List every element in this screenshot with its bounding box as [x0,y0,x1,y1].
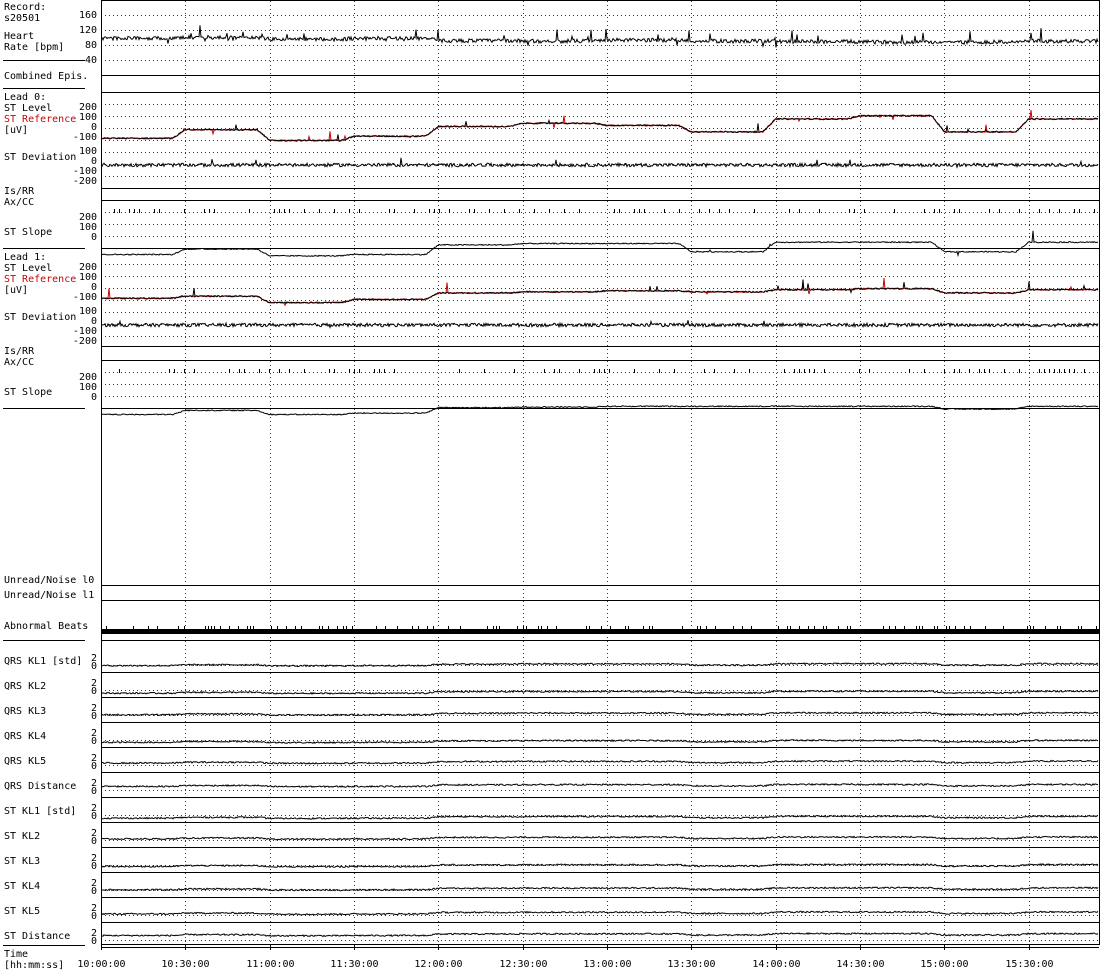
lead0-slope-tick: 0 [91,232,97,243]
lead0-unit: [uV] [4,125,28,136]
time-axis-unit: [hh:mm:ss] [4,960,64,970]
kl-trace [101,835,1099,841]
lead0-st-slope-label: ST Slope [4,227,52,238]
kl-tick-0: 0 [91,861,97,872]
time-tick-label: 15:00:00 [920,959,968,970]
lead1-is-rr-label: Is/RR [4,346,35,357]
lead0-ax-cc-label: Ax/CC [4,197,34,208]
lead1-st-reference-label: ST Reference [4,274,76,285]
kl-tick-0: 0 [91,736,97,747]
time-tick-label: 13:30:00 [667,959,715,970]
heart-rate-trace [101,25,1099,48]
heart-rate-tick: 160 [79,10,97,21]
unread-noise-l0-label: Unread/Noise l0 [4,575,94,586]
abnormal-beats-label: Abnormal Beats [4,621,88,632]
kl-strip-label: ST KL1 [std] [4,806,76,817]
kl-trace [101,759,1099,765]
plot-frame [101,0,1100,945]
time-tick-label: 12:00:00 [414,959,462,970]
st-analysis-chart: 10:00:00 10:30:00 11:00:00 11:30:00 12:00:00… [0,0,1100,971]
lead0-is-rr-label: Is/RR [4,186,35,197]
kl-tick-0: 0 [91,811,97,822]
lead0-st-slope-trace [101,230,1098,258]
kl-tick-0: 0 [91,661,97,672]
lead0-level-tick: -100 [73,132,97,143]
lead0-st-deviation-trace [101,157,1099,169]
heart-rate-label: Heart [4,31,34,42]
kl-trace [101,932,1099,938]
heart-rate-tick: 120 [79,25,97,36]
record-label: Record: [4,2,46,13]
heart-rate-unit: Rate [bpm] [4,42,64,53]
heart-rate-tick: 40 [85,55,97,66]
lead1-level-tick: -100 [73,292,97,303]
heart-rate-tick: 80 [85,40,97,51]
lead1-st-deviation-label: ST Deviation [4,312,76,323]
lead1-ax-cc-label: Ax/CC [4,357,34,368]
lead1-st-deviation-trace [101,319,1099,329]
unread-noise-l1-label: Unread/Noise l1 [4,590,94,601]
time-axis-label: Time [4,949,28,960]
time-tick-label: 14:00:00 [752,959,800,970]
lead0-title: Lead 0: [4,92,46,103]
kl-strip-label: ST KL3 [4,856,40,867]
kl-tick-0: 0 [91,886,97,897]
kl-strip-label: ST KL4 [4,881,40,892]
lead1-slope-tick: 0 [91,392,97,403]
time-tick-label: 10:30:00 [161,959,209,970]
kl-tick-0: 0 [91,836,97,847]
time-tick-label: 11:30:00 [330,959,378,970]
kl-tick-0: 0 [91,761,97,772]
time-tick-label: 15:30:00 [1005,959,1053,970]
lead0-st-deviation-label: ST Deviation [4,152,76,163]
kl-trace [101,782,1099,789]
kl-strip-label: ST Distance [4,931,70,942]
kl-strip-label: QRS KL3 [4,706,46,717]
kl-tick-0: 0 [91,711,97,722]
kl-strip-label: ST KL2 [4,831,40,842]
kl-trace [101,738,1099,745]
kl-tick-0: 0 [91,936,97,947]
kl-trace [101,886,1099,892]
kl-strip-label: ST KL5 [4,906,40,917]
time-tick-label: 12:30:00 [499,959,547,970]
kl-tick-0: 0 [91,686,97,697]
kl-trace [101,910,1099,916]
kl-strip-label: QRS KL5 [4,756,46,767]
kl-strip-label: QRS Distance [4,781,76,792]
record-id: s20501 [4,13,40,24]
lead1-unit: [uV] [4,285,28,296]
lead1-st-level-trace [101,279,1099,305]
chart-svg: 10:00:00 10:30:00 11:00:00 11:30:00 12:00:00… [3,0,1100,971]
kl-trace [101,814,1098,820]
lead1-title: Lead 1: [4,252,46,263]
kl-strip-label: QRS KL1 [std] [4,656,82,667]
kl-trace [101,662,1099,668]
combined-episodes-label: Combined Epis. [4,71,88,82]
kl-tick-0: 0 [91,786,97,797]
lead0-st-level-label: ST Level [4,103,52,114]
lead0-st-level-trace [101,114,1099,142]
kl-strip-label: QRS KL2 [4,681,46,692]
time-tick-label: 14:30:00 [836,959,884,970]
lead0-st-reference-trace [101,110,1099,142]
lead1-deviation-tick: -200 [73,336,97,347]
lead1-st-slope-trace [101,405,1099,416]
lead0-deviation-tick: -200 [73,176,97,187]
lead0-st-reference-label: ST Reference [4,114,76,125]
kl-tick-0: 0 [91,911,97,922]
time-tick-label: 11:00:00 [246,959,294,970]
kl-strip-label: QRS KL4 [4,731,46,742]
lead1-st-slope-label: ST Slope [4,387,52,398]
kl-trace [101,711,1099,717]
time-tick-label: 10:00:00 [77,959,125,970]
kl-trace [101,689,1099,695]
abnormal-beats-band [101,629,1099,634]
time-tick-label: 13:00:00 [583,959,631,970]
lead1-st-level-label: ST Level [4,263,52,274]
kl-trace [101,863,1099,869]
